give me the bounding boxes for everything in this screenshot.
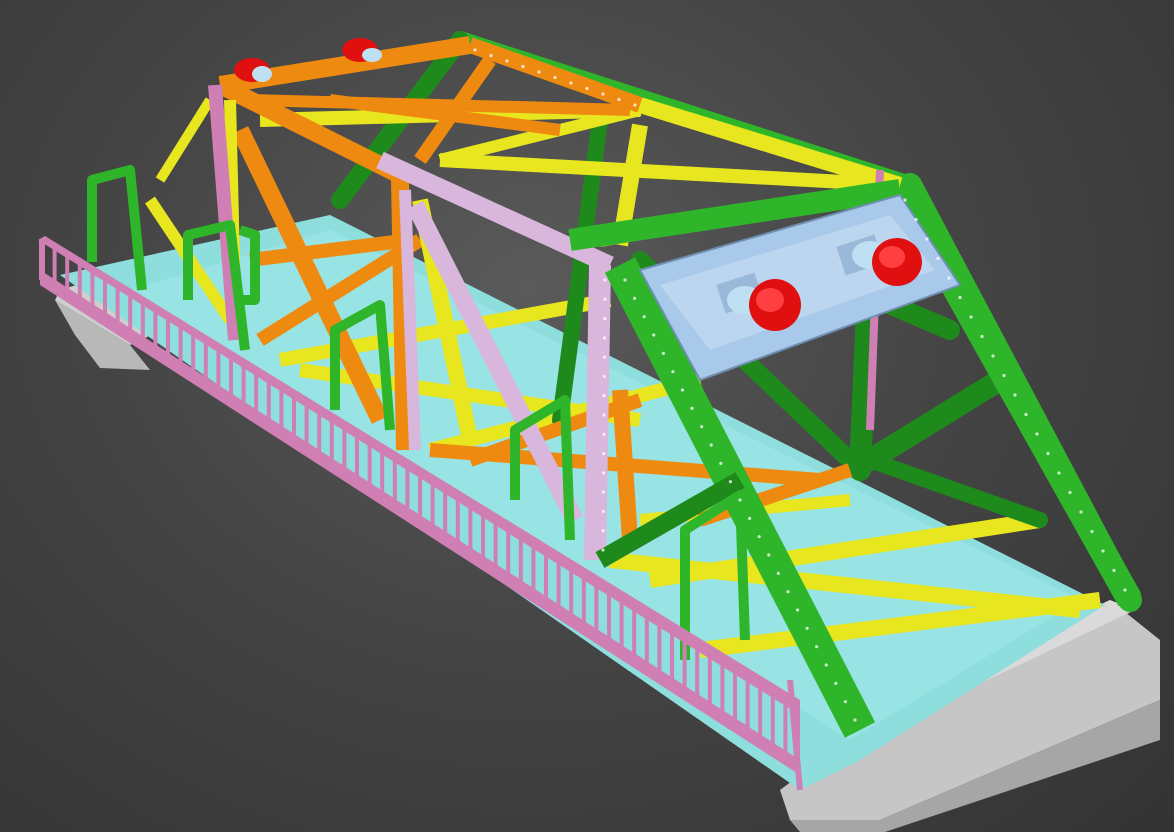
bridge-scene [38, 31, 1160, 832]
bolt [671, 370, 675, 374]
red-lamp-4 [342, 38, 382, 62]
bolt [991, 354, 995, 358]
3d-viewport[interactable] [0, 0, 1174, 832]
bolt [623, 278, 627, 282]
bolt [489, 53, 493, 58]
bolt [642, 315, 646, 319]
bolt [602, 394, 606, 398]
bolt [521, 64, 525, 69]
bolt [602, 374, 606, 379]
bolt [1123, 588, 1127, 592]
bolt [602, 355, 607, 359]
bolt [719, 461, 723, 465]
bolt [786, 590, 790, 594]
bolt [601, 529, 605, 533]
bolt [947, 276, 951, 280]
bolt [690, 406, 694, 410]
bolt [601, 548, 605, 552]
bolt [601, 471, 606, 475]
bolt [601, 490, 606, 494]
bolt [767, 553, 771, 557]
red-lamp-3 [234, 58, 272, 82]
bolt [700, 425, 704, 429]
bolt [1024, 412, 1028, 417]
bolt [980, 334, 984, 339]
bolt [903, 198, 907, 202]
bolt [632, 296, 637, 300]
bolt [834, 681, 838, 685]
bolt [936, 256, 940, 261]
bolt [958, 295, 962, 300]
bolt [505, 59, 509, 63]
bolt [602, 451, 606, 456]
bolt [738, 498, 742, 502]
bolt [603, 278, 607, 282]
bolt [1002, 373, 1006, 378]
bolt [1112, 568, 1116, 573]
bolt [925, 237, 929, 241]
bolt [776, 571, 780, 575]
bolt [537, 70, 541, 74]
bolt [824, 663, 828, 667]
bolt [1035, 432, 1039, 436]
bolt [553, 75, 557, 80]
bolt [680, 388, 685, 392]
bolt [709, 443, 713, 447]
bolt [602, 432, 606, 436]
bolt [652, 333, 656, 337]
bolt [805, 626, 809, 630]
bolt [815, 645, 819, 649]
bolt [853, 718, 857, 722]
bolt [569, 81, 573, 85]
bolt [602, 336, 607, 340]
bolt [661, 351, 665, 355]
bolt [1101, 549, 1105, 553]
bolt [1013, 393, 1017, 397]
bolt [1057, 471, 1061, 475]
bolt [602, 413, 606, 417]
bolt [617, 97, 621, 102]
bolt [728, 480, 733, 484]
bolt [1090, 529, 1094, 534]
bolt [747, 516, 752, 520]
bolt [601, 92, 605, 96]
bolt [603, 316, 607, 321]
bolt [969, 315, 973, 319]
bolt [757, 535, 761, 539]
bolt [601, 509, 605, 514]
bolt [473, 48, 477, 52]
bolt [795, 608, 800, 612]
bolt [585, 86, 589, 91]
bolt [633, 103, 637, 107]
bolt [843, 700, 848, 704]
bolt [1068, 490, 1072, 495]
bolt [603, 297, 607, 301]
bolt [1079, 510, 1083, 514]
bolt [1046, 451, 1050, 456]
bolt [914, 217, 918, 222]
